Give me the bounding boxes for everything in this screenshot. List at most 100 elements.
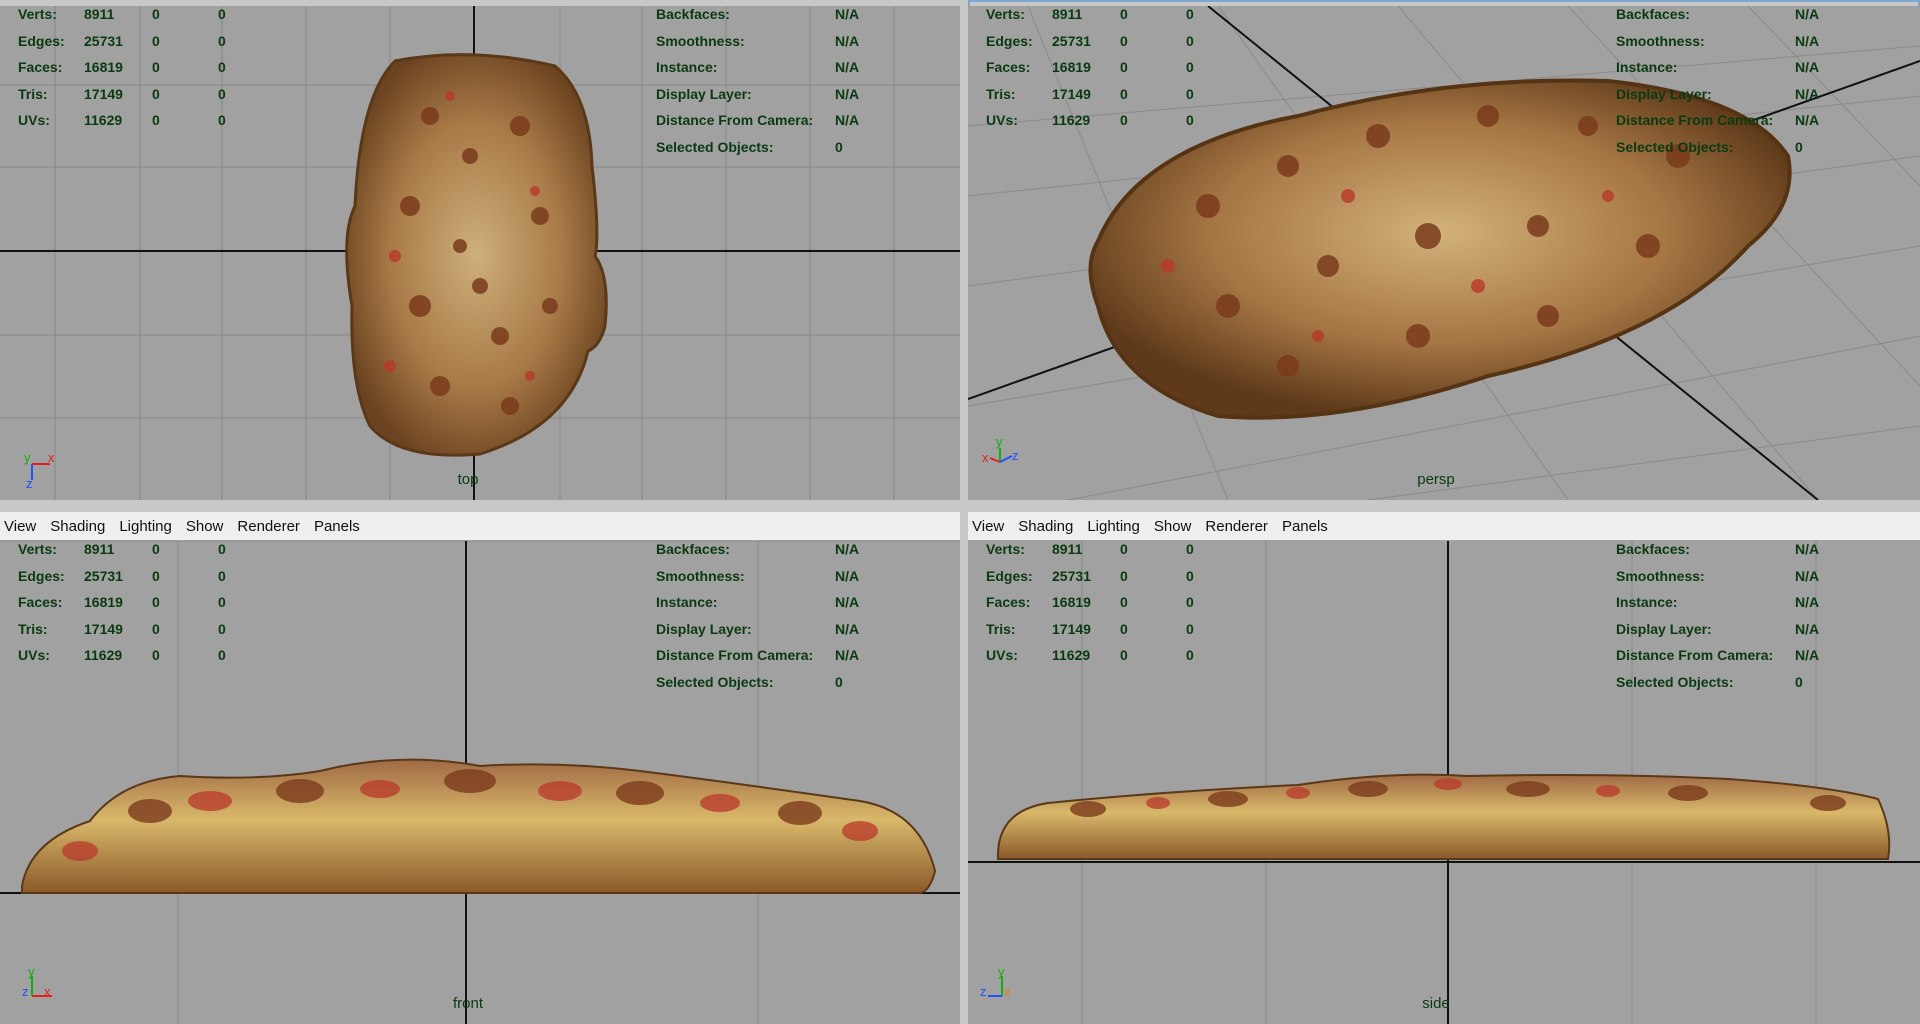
stats-a: 0: [1120, 112, 1128, 129]
viewport-top[interactable]: Verts: 8911 0 0 Edges: 25731 0 0 Faces: 16819 0 0 Tr…: [0, 0, 960, 500]
panel-menubar-front: View Shading Lighting Show Renderer Pane…: [0, 512, 960, 541]
stats-a: 0: [152, 620, 160, 637]
stats-a: 0: [152, 112, 160, 129]
menu-renderer[interactable]: Renderer: [1205, 518, 1268, 535]
props-value: N/A: [835, 541, 860, 557]
stats-b: 0: [218, 85, 226, 102]
menu-renderer[interactable]: Renderer: [237, 518, 300, 535]
viewport-canvas-front[interactable]: Verts: 8911 0 0 Edges: 25731 0 0 Faces: 16819 0 0 Tr…: [0, 541, 960, 1024]
menu-lighting[interactable]: Lighting: [119, 518, 172, 535]
props-label: Selected Objects:: [1616, 673, 1734, 690]
stats-v: 25731: [84, 32, 123, 49]
props-row: Backfaces: N/A: [656, 6, 956, 33]
props-value: N/A: [835, 112, 860, 129]
menu-panels[interactable]: Panels: [314, 518, 360, 535]
menu-shading[interactable]: Shading: [1018, 518, 1073, 535]
menu-view[interactable]: View: [972, 518, 1004, 535]
stats-b: 0: [1186, 541, 1194, 557]
stats-b: 0: [218, 32, 226, 49]
camera-label-top: top: [457, 471, 479, 488]
stats-b: 0: [1186, 620, 1194, 637]
props-row: Smoothness: N/A: [1616, 568, 1916, 595]
viewport-canvas-side[interactable]: Verts: 8911 0 0 Edges: 25731 0 0 Faces: 16819 0 0 Tr…: [968, 541, 1920, 1024]
stats-b: 0: [218, 594, 226, 611]
svg-text:x: x: [48, 450, 55, 465]
stats-a: 0: [152, 647, 160, 664]
stats-v: 8911: [1052, 6, 1083, 22]
stats-label: Faces:: [986, 59, 1031, 76]
props-label: Smoothness:: [1616, 567, 1705, 584]
viewport-front[interactable]: View Shading Lighting Show Renderer Pane…: [0, 512, 960, 1024]
props-row: Smoothness: N/A: [656, 33, 956, 60]
viewport-persp[interactable]: Verts: 8911 0 0 Edges: 25731 0 0 Faces: 16819 0 0 Tr…: [968, 0, 1920, 500]
props-row: Display Layer: N/A: [656, 86, 956, 113]
props-row: Selected Objects: 0: [656, 674, 956, 701]
stats-label: Tris:: [18, 620, 48, 637]
stats-a: 0: [1120, 59, 1128, 76]
stats-v: 11629: [1052, 112, 1091, 129]
svg-text:z: z: [22, 984, 29, 999]
props-row: Distance From Camera: N/A: [656, 112, 956, 139]
props-row: Display Layer: N/A: [1616, 621, 1916, 648]
panel-menubar-side: View Shading Lighting Show Renderer Pane…: [968, 512, 1920, 541]
props-label: Distance From Camera:: [656, 112, 814, 129]
props-value: 0: [835, 673, 843, 690]
stats-v: 8911: [84, 6, 115, 22]
stats-label: Verts:: [18, 6, 57, 22]
stats-a: 0: [1120, 567, 1128, 584]
props-value: 0: [835, 138, 843, 155]
axis-gizmo-top-icon: y x z: [24, 450, 55, 490]
stats-b: 0: [218, 112, 226, 129]
stats-a: 0: [152, 6, 160, 22]
props-value: N/A: [1795, 112, 1820, 129]
stats-label: Verts:: [986, 6, 1025, 22]
stats-label: Faces:: [986, 594, 1031, 611]
svg-text:z: z: [1012, 448, 1019, 463]
viewport-canvas-top[interactable]: Verts: 8911 0 0 Edges: 25731 0 0 Faces: 16819 0 0 Tr…: [0, 6, 960, 500]
camera-label-side: side: [1422, 995, 1450, 1012]
viewport-side[interactable]: View Shading Lighting Show Renderer Pane…: [968, 512, 1920, 1024]
props-row: Display Layer: N/A: [1616, 86, 1916, 113]
props-value: 0: [1795, 673, 1803, 690]
stats-label: Tris:: [986, 620, 1016, 637]
props-label: Smoothness:: [656, 567, 745, 584]
stats-a: 0: [1120, 647, 1128, 664]
pizza-model-top: [345, 53, 608, 457]
stats-v: 17149: [84, 85, 123, 102]
props-row: Instance: N/A: [656, 59, 956, 86]
props-label: Smoothness:: [1616, 32, 1705, 49]
props-row: Instance: N/A: [1616, 59, 1916, 86]
viewport-canvas-persp[interactable]: Verts: 8911 0 0 Edges: 25731 0 0 Faces: 16819 0 0 Tr…: [968, 6, 1920, 500]
svg-text:x: x: [44, 984, 51, 999]
stats-a: 0: [152, 85, 160, 102]
menu-show[interactable]: Show: [186, 518, 224, 535]
svg-text:y: y: [996, 436, 1003, 449]
props-value: N/A: [835, 32, 860, 49]
svg-text:y: y: [28, 966, 35, 979]
axis-gizmo-front-icon: y z x: [22, 966, 52, 999]
stats-a: 0: [152, 594, 160, 611]
stats-b: 0: [1186, 647, 1194, 664]
menu-panels[interactable]: Panels: [1282, 518, 1328, 535]
props-value: N/A: [1795, 85, 1820, 102]
stats-b: 0: [218, 567, 226, 584]
stats-b: 0: [1186, 112, 1194, 129]
menu-lighting[interactable]: Lighting: [1087, 518, 1140, 535]
props-label: Instance:: [1616, 594, 1678, 611]
svg-text:z: z: [26, 476, 33, 490]
props-row: Selected Objects: 0: [1616, 139, 1916, 166]
menu-view[interactable]: View: [4, 518, 36, 535]
props-row: Smoothness: N/A: [1616, 33, 1916, 60]
menu-show[interactable]: Show: [1154, 518, 1192, 535]
props-label: Instance:: [656, 59, 718, 76]
svg-text:y: y: [998, 966, 1005, 979]
props-value: 0: [1795, 138, 1803, 155]
props-value: N/A: [1795, 594, 1820, 611]
props-row: Distance From Camera: N/A: [1616, 112, 1916, 139]
props-label: Display Layer:: [1616, 85, 1712, 102]
stats-b: 0: [218, 647, 226, 664]
menu-shading[interactable]: Shading: [50, 518, 105, 535]
stats-v: 16819: [84, 594, 123, 611]
props-label: Display Layer:: [656, 620, 752, 637]
stats-label: Edges:: [18, 32, 65, 49]
